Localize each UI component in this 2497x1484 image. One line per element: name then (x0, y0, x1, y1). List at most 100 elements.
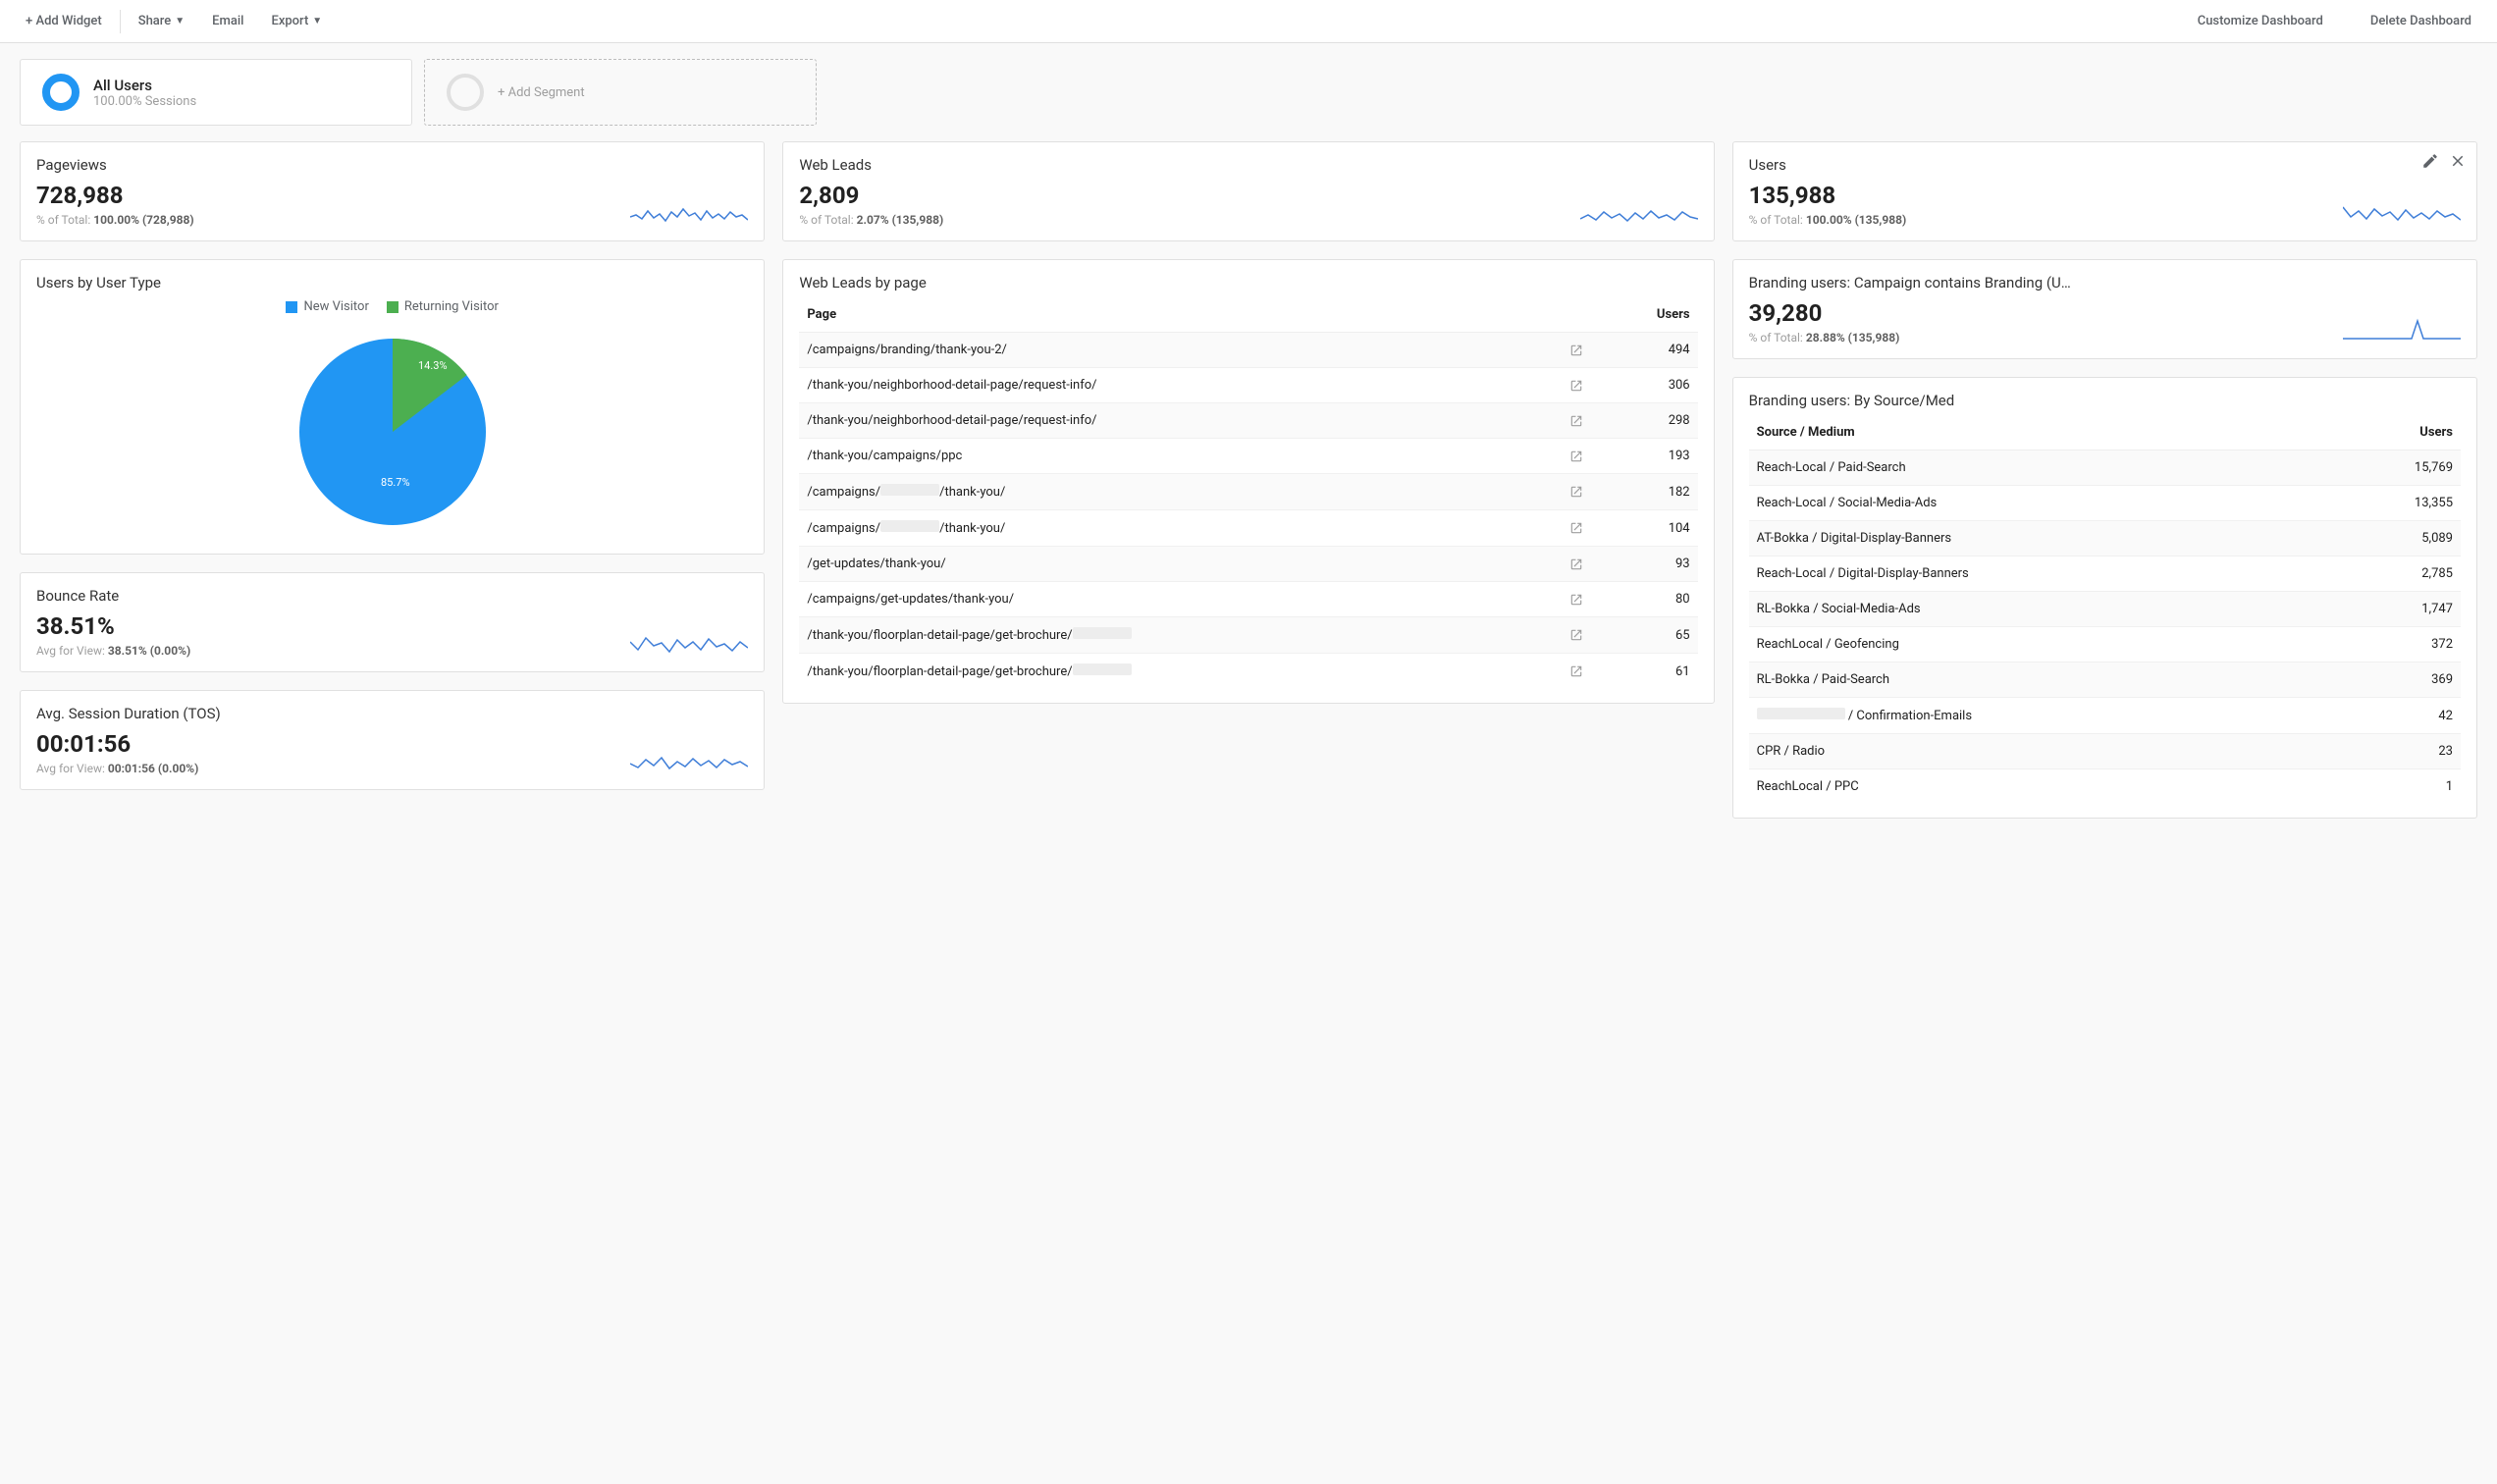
table-row[interactable]: /thank-you/neighborhood-detail-page/requ… (799, 403, 1697, 439)
segment-circle-icon (42, 74, 80, 111)
subtext-bold: 2.07% (135,988) (857, 213, 944, 227)
email-button[interactable]: Email (198, 8, 257, 34)
table-row[interactable]: Reach-Local / Social-Media-Ads13,355 (1749, 486, 2461, 521)
table-row[interactable]: Reach-Local / Paid-Search15,769 (1749, 450, 2461, 486)
subtext-prefix: Avg for View: (36, 762, 108, 775)
sparkline-icon (1580, 197, 1698, 227)
page-path: /campaigns/branding/thank-you-2/ (807, 343, 1007, 357)
subtext-prefix: % of Total: (799, 213, 856, 227)
col-users[interactable]: Users (1591, 297, 1698, 333)
widget-title: Web Leads (799, 156, 1697, 174)
table-row[interactable]: RL-Bokka / Social-Media-Ads1,747 (1749, 592, 2461, 627)
users-cell: 1,747 (2325, 592, 2461, 627)
sparkline-icon (2343, 315, 2461, 344)
table-row[interactable]: /thank-you/neighborhood-detail-page/requ… (799, 368, 1697, 403)
source-cell: RL-Bokka / Social-Media-Ads (1749, 592, 2326, 627)
source-cell: Reach-Local / Social-Media-Ads (1749, 486, 2326, 521)
source-cell: ReachLocal / PPC (1749, 769, 2326, 805)
external-link-icon[interactable] (1569, 557, 1583, 571)
col-source[interactable]: Source / Medium (1749, 415, 2326, 450)
page-path: /thank-you/neighborhood-detail-page/requ… (807, 413, 1096, 428)
external-link-icon[interactable] (1569, 664, 1583, 678)
external-link-icon[interactable] (1569, 450, 1583, 463)
page-path: /campaigns/get-updates/thank-you/ (807, 592, 1014, 607)
source-cell: ReachLocal / Geofencing (1749, 627, 2326, 662)
widget-users-by-type[interactable]: Users by User Type New Visitor Returning… (20, 259, 765, 555)
widget-web-leads[interactable]: Web Leads 2,809 % of Total: 2.07% (135,9… (782, 141, 1714, 241)
share-label: Share (138, 14, 172, 28)
users-cell: 23 (2325, 734, 2461, 769)
table-row[interactable]: AT-Bokka / Digital-Display-Banners5,089 (1749, 521, 2461, 556)
external-link-icon[interactable] (1569, 485, 1583, 499)
subtext-bold: 100.00% (135,988) (1806, 213, 1906, 227)
customize-dashboard-button[interactable]: Customize Dashboard (2184, 8, 2337, 34)
source-cell: AT-Bokka / Digital-Display-Banners (1749, 521, 2326, 556)
table-row[interactable]: RL-Bokka / Paid-Search369 (1749, 662, 2461, 698)
external-link-icon[interactable] (1569, 344, 1583, 357)
source-cell: RL-Bokka / Paid-Search (1749, 662, 2326, 698)
table-row[interactable]: Reach-Local / Digital-Display-Banners2,7… (1749, 556, 2461, 592)
close-icon[interactable] (2449, 152, 2467, 170)
table-row[interactable]: /campaigns//thank-you/104 (799, 510, 1697, 547)
metric-subtext: % of Total: 100.00% (135,988) (1749, 213, 1907, 227)
widget-avg-session-duration[interactable]: Avg. Session Duration (TOS) 00:01:56 Avg… (20, 690, 765, 790)
users-cell: 182 (1591, 474, 1698, 510)
subtext-bold: 28.88% (135,988) (1806, 331, 1900, 344)
share-button[interactable]: Share ▼ (125, 8, 198, 34)
table-row[interactable]: /thank-you/floorplan-detail-page/get-bro… (799, 617, 1697, 654)
sparkline-icon (2343, 197, 2461, 227)
pencil-icon[interactable] (2421, 152, 2439, 170)
users-cell: 369 (2325, 662, 2461, 698)
widget-title: Users by User Type (36, 274, 748, 292)
pie-label-new: 85.7% (381, 476, 410, 489)
widget-users[interactable]: Users 135,988 % of Total: 100.00% (135,9… (1732, 141, 2477, 241)
metric-value: 2,809 (799, 182, 943, 209)
segments-bar: All Users 100.00% Sessions + Add Segment (0, 43, 2497, 141)
source-cell: / Confirmation-Emails (1749, 698, 2326, 734)
table-row[interactable]: / Confirmation-Emails42 (1749, 698, 2461, 734)
table-row[interactable]: /thank-you/campaigns/ppc193 (799, 439, 1697, 474)
delete-dashboard-button[interactable]: Delete Dashboard (2357, 8, 2485, 34)
widget-branding-users[interactable]: Branding users: Campaign contains Brandi… (1732, 259, 2477, 359)
users-cell: 306 (1591, 368, 1698, 403)
widget-pageviews[interactable]: Pageviews 728,988 % of Total: 100.00% (7… (20, 141, 765, 241)
external-link-icon[interactable] (1569, 414, 1583, 428)
metric-value: 00:01:56 (36, 730, 198, 758)
segment-all-users[interactable]: All Users 100.00% Sessions (20, 59, 412, 126)
external-link-icon[interactable] (1569, 628, 1583, 642)
table-row[interactable]: /get-updates/thank-you/93 (799, 547, 1697, 582)
source-table: Source / Medium Users Reach-Local / Paid… (1749, 415, 2461, 804)
table-row[interactable]: /campaigns/get-updates/thank-you/80 (799, 582, 1697, 617)
subtext-bold: 38.51% (0.00%) (108, 644, 190, 658)
widget-title: Bounce Rate (36, 587, 748, 605)
col-users[interactable]: Users (2325, 415, 2461, 450)
widget-branding-by-source[interactable]: Branding users: By Source/Med Source / M… (1732, 377, 2477, 819)
users-cell: 15,769 (2325, 450, 2461, 486)
external-link-icon[interactable] (1569, 521, 1583, 535)
widget-web-leads-by-page[interactable]: Web Leads by page Page Users /campaigns/… (782, 259, 1714, 704)
users-cell: 61 (1591, 654, 1698, 690)
add-widget-button[interactable]: + Add Widget (12, 8, 116, 34)
source-cell: CPR / Radio (1749, 734, 2326, 769)
users-cell: 1 (2325, 769, 2461, 805)
segment-title: All Users (93, 77, 196, 94)
export-button[interactable]: Export ▼ (257, 8, 336, 34)
users-cell: 372 (2325, 627, 2461, 662)
page-path: /thank-you/neighborhood-detail-page/requ… (807, 378, 1096, 393)
chevron-down-icon: ▼ (312, 16, 322, 26)
add-segment-button[interactable]: + Add Segment (424, 59, 817, 126)
metric-subtext: % of Total: 100.00% (728,988) (36, 213, 194, 227)
widget-bounce-rate[interactable]: Bounce Rate 38.51% Avg for View: 38.51% … (20, 572, 765, 672)
table-row[interactable]: /campaigns/branding/thank-you-2/494 (799, 333, 1697, 368)
external-link-icon[interactable] (1569, 593, 1583, 607)
chevron-down-icon: ▼ (175, 16, 185, 26)
table-row[interactable]: /thank-you/floorplan-detail-page/get-bro… (799, 654, 1697, 690)
col-page[interactable]: Page (799, 297, 1590, 333)
users-cell: 65 (1591, 617, 1698, 654)
table-row[interactable]: CPR / Radio23 (1749, 734, 2461, 769)
external-link-icon[interactable] (1569, 379, 1583, 393)
table-row[interactable]: ReachLocal / Geofencing372 (1749, 627, 2461, 662)
table-row[interactable]: ReachLocal / PPC1 (1749, 769, 2461, 805)
subtext-bold: 100.00% (728,988) (93, 213, 193, 227)
table-row[interactable]: /campaigns//thank-you/182 (799, 474, 1697, 510)
